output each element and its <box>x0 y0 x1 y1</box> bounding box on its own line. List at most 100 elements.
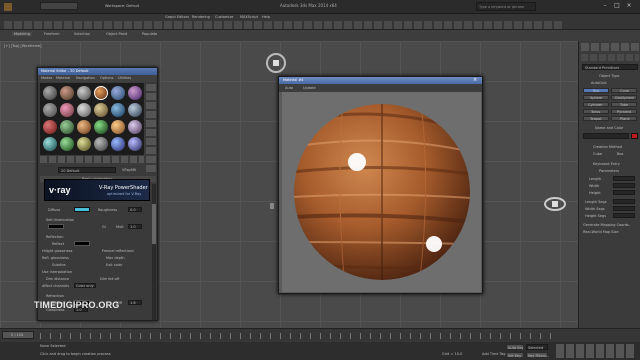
create-category-icons[interactable] <box>581 54 639 61</box>
search-input[interactable]: Type a keyword or phrase <box>476 2 536 11</box>
auto-key-button[interactable]: Auto Key <box>506 344 524 350</box>
preview-titlebar[interactable]: Material #4 × <box>279 77 482 84</box>
preview-auto-button[interactable]: Auto <box>285 86 293 90</box>
material-editor-titlebar[interactable]: Material Editor - 20 Default <box>38 68 157 75</box>
affect-channels-dropdown[interactable]: Color only <box>74 283 96 288</box>
sample-slots-grid[interactable] <box>40 83 144 155</box>
playback-controls[interactable] <box>556 344 636 358</box>
plane-button[interactable]: Plane <box>611 116 637 121</box>
viewport-label[interactable]: [+] [Top] [Wireframe] <box>4 44 42 48</box>
key-filters-button[interactable]: Key Filters... <box>526 352 549 358</box>
geosphere-button[interactable]: GeoSphere <box>611 95 637 100</box>
menu-customize[interactable]: Customize <box>215 15 233 19</box>
sphere-button[interactable]: Sphere <box>583 95 609 100</box>
cone-button-label: Cone <box>620 89 629 93</box>
tab-freeform[interactable]: Freeform <box>44 32 60 36</box>
cylinder-button[interactable]: Cylinder <box>583 102 609 107</box>
material-name-input[interactable]: 20 Default <box>58 167 116 173</box>
fresnel-checkbox[interactable]: Fresnel reflections <box>102 249 134 253</box>
quick-access-toolbar[interactable] <box>40 2 78 10</box>
tab-object-paint[interactable]: Object Paint <box>106 32 127 36</box>
self-illum-label: Self-illumination <box>46 218 75 222</box>
toolbar-icons[interactable] <box>4 21 564 29</box>
tab-selection[interactable]: Selection <box>74 32 90 36</box>
real-world-checkbox[interactable]: Real-World Map Size <box>583 230 619 234</box>
viewcube-icon[interactable] <box>266 53 286 73</box>
self-illum-swatch[interactable] <box>48 224 64 229</box>
cone-button[interactable]: Cone <box>611 88 637 93</box>
torus-button[interactable]: Torus <box>583 109 609 114</box>
minimize-icon[interactable]: – <box>600 2 610 11</box>
pyramid-button[interactable]: Pyramid <box>611 109 637 114</box>
selected-dropdown[interactable]: Selected <box>526 344 548 350</box>
width-field[interactable] <box>613 183 635 188</box>
menu-graph-editors[interactable]: Graph Editors <box>165 15 189 19</box>
keyboard-entry-header[interactable]: Keyboard Entry <box>593 162 620 166</box>
teapot-button[interactable]: Teapot <box>583 116 609 121</box>
roughness-label: Roughness <box>98 208 118 212</box>
cube-radio[interactable]: Cube <box>593 152 602 156</box>
status-bar: 0 / 100 None Selected Click and drag to … <box>0 328 640 360</box>
command-panel-tabs[interactable] <box>581 43 639 51</box>
vray-banner-title: V-Ray PowerShader <box>99 185 148 191</box>
menu-help[interactable]: Help <box>262 15 270 19</box>
menu-rendering[interactable]: Rendering <box>192 15 210 19</box>
height-field[interactable] <box>613 190 635 195</box>
length-segs-field[interactable] <box>613 199 635 204</box>
cylinder-button-label: Cylinder <box>588 103 603 107</box>
menu-navigation[interactable]: Navigation <box>76 76 95 80</box>
maximize-icon[interactable]: □ <box>612 2 622 11</box>
menu-utilities[interactable]: Utilities <box>118 76 131 80</box>
preview-update-button[interactable]: Update <box>303 86 316 90</box>
width-segs-field[interactable] <box>613 206 635 211</box>
tab-modeling[interactable]: Modeling <box>12 32 32 36</box>
torus-button-label: Torus <box>591 110 601 114</box>
hilight-gloss-label: Hilight glossiness <box>42 249 73 253</box>
height-segs-field[interactable] <box>613 213 635 218</box>
preview-toolbar: Auto Update <box>279 84 482 92</box>
timeline[interactable]: 0 / 100 <box>0 328 640 342</box>
geosphere-button-label: GeoSphere <box>615 96 635 100</box>
menu-material[interactable]: Material <box>56 76 70 80</box>
object-type-header: Object Type <box>599 74 620 78</box>
autogrid-checkbox[interactable]: AutoGrid <box>591 81 606 85</box>
ior-field[interactable]: 1.6 <box>128 300 142 305</box>
slot-bottom-toolbar[interactable] <box>40 156 144 163</box>
gen-mapping-checkbox[interactable]: Generate Mapping Coords. <box>583 223 630 227</box>
tab-populate[interactable]: Populate <box>142 32 157 36</box>
mult-field[interactable]: 1.0 <box>128 224 142 229</box>
pyramid-button-label: Pyramid <box>617 110 632 114</box>
workspace-label[interactable]: Workspace: Default <box>105 4 139 8</box>
home-gizmo-icon[interactable] <box>544 197 566 211</box>
box-radio[interactable]: Box <box>617 152 624 156</box>
menu-maxscript[interactable]: MAXScript <box>240 15 258 19</box>
box-button[interactable]: Box <box>583 88 609 93</box>
gi-checkbox[interactable]: GI <box>102 225 106 229</box>
menu-options[interactable]: Options <box>100 76 114 80</box>
primitive-type-dropdown[interactable]: Standard Primitives <box>582 64 638 70</box>
dim-distance-checkbox[interactable]: Dim distance <box>46 277 69 281</box>
close-icon[interactable]: × <box>624 2 634 11</box>
reflection-group-label: Reflection <box>46 235 64 239</box>
object-name-input[interactable] <box>583 133 629 139</box>
set-key-button[interactable]: Set Key <box>506 352 524 358</box>
length-field[interactable] <box>613 176 635 181</box>
app-logo-icon[interactable] <box>3 2 13 12</box>
menu-modes[interactable]: Modes <box>41 76 52 80</box>
tube-button[interactable]: Tube <box>611 102 637 107</box>
reflect-swatch[interactable] <box>74 241 90 246</box>
timeline-ticks[interactable] <box>40 333 560 339</box>
use-interp-checkbox[interactable]: Use interpolation <box>42 270 72 274</box>
object-color-swatch[interactable] <box>631 133 638 139</box>
slot-side-toolbar[interactable] <box>146 84 156 174</box>
width-label: Width <box>589 184 600 188</box>
add-time-tag[interactable]: Add Time Tag <box>482 352 506 356</box>
preview-canvas[interactable] <box>282 92 481 292</box>
roughness-field[interactable]: 0.0 <box>128 207 142 212</box>
diffuse-color-swatch[interactable] <box>74 207 90 212</box>
affect-channels-value: Color only <box>76 284 94 288</box>
preview-close-icon[interactable]: × <box>473 77 477 83</box>
time-slider[interactable]: 0 / 100 <box>2 331 34 339</box>
material-type-button[interactable]: VRayMtl <box>122 168 136 172</box>
material-editor-scrollbar[interactable] <box>152 184 156 320</box>
